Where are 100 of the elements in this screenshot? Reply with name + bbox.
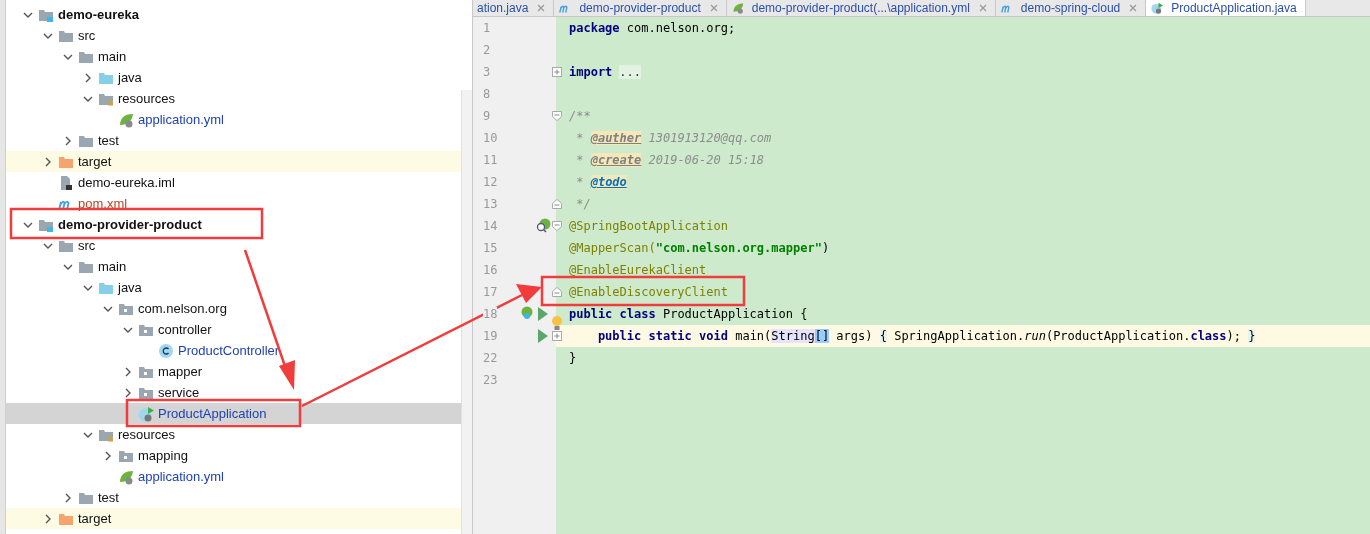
tree-item[interactable]: service [6, 382, 462, 403]
line-number: 23 [483, 373, 498, 387]
bean-icon[interactable] [535, 218, 551, 234]
editor-tab[interactable]: demo-provider-product [554, 0, 727, 16]
spring-class-icon [1150, 2, 1165, 14]
tree-item[interactable]: target [6, 508, 462, 529]
tree-item-label: main [98, 49, 127, 64]
tree-item-label: service [158, 385, 200, 400]
tree-item-label: com.nelson.org [138, 301, 227, 316]
tree-item[interactable]: resources [6, 88, 462, 109]
tree-item[interactable]: application.yml [6, 109, 462, 130]
editor-tab[interactable]: ation.java [473, 0, 555, 16]
tree-item-label: src [78, 28, 96, 43]
chevron-right-icon[interactable] [63, 492, 73, 503]
tree-item[interactable]: test [6, 487, 462, 508]
tree-item[interactable]: ProductApplication [6, 403, 462, 424]
tree-item[interactable]: pom.xml [6, 193, 462, 214]
fold-marker-icon[interactable] [552, 111, 562, 121]
line-number: 18 [483, 307, 498, 321]
tree-item-label: target [78, 511, 112, 526]
tree-item[interactable]: application.yml [6, 466, 462, 487]
code-line: @EnableDiscoveryClient [569, 285, 728, 299]
tab-label: demo-provider-product(...\application.yml [751, 1, 970, 15]
code-line: @EnableEurekaClient [569, 263, 707, 277]
line-number: 9 [483, 109, 491, 123]
code-line: * @create 2019-06-20 15:18 [575, 153, 765, 167]
tree-item-label: application.yml [138, 469, 224, 484]
tree-item[interactable]: java [6, 277, 462, 298]
code-line: public class ProductApplication { [569, 307, 808, 321]
scrollbar[interactable] [461, 90, 472, 534]
tree-item-label: demo-eureka.iml [78, 175, 175, 190]
code-line: public static void main(String[] args) { SpringApplication.run(ProductApplication.class); } [596, 329, 1256, 343]
line-number: 11 [483, 153, 498, 167]
tree-item-label: ProductController [178, 343, 280, 358]
line-number: 22 [483, 351, 498, 365]
tree-item[interactable]: main [6, 46, 462, 67]
chevron-right-icon[interactable] [43, 513, 53, 524]
editor-tab[interactable]: demo-provider-product(...\application.yml [726, 0, 996, 16]
tree-item-label: test [98, 490, 119, 505]
tree-item[interactable]: demo-eureka [6, 4, 462, 25]
tree-item[interactable]: mapping [6, 445, 462, 466]
line-number: 2 [483, 43, 491, 57]
chevron-right-icon[interactable] [103, 450, 113, 461]
fold-marker-icon[interactable] [552, 287, 562, 297]
tree-item[interactable]: test [6, 130, 462, 151]
line-number: 16 [483, 263, 498, 277]
tree-item[interactable]: java [6, 67, 462, 88]
tab-label: ProductApplication.java [1171, 1, 1297, 15]
code-line: import ... [569, 65, 642, 79]
tree-item[interactable]: ProductController [6, 340, 462, 361]
class-icon [158, 342, 174, 359]
tree-item-label: controller [158, 322, 212, 337]
tree-item-label: demo-eureka [58, 7, 139, 22]
tree-item-label: main [98, 259, 127, 274]
line-number: 15 [483, 241, 498, 255]
line-number: 10 [483, 131, 498, 145]
tree-item[interactable]: mapper [6, 361, 462, 382]
tree-item-label: target [78, 154, 112, 169]
tree-item[interactable]: controller [6, 319, 462, 340]
chevron-right-icon[interactable] [83, 72, 93, 83]
editor-tab[interactable]: ProductApplication.java [1146, 0, 1306, 16]
tree-item[interactable]: com.nelson.org [6, 298, 462, 319]
code-line: * @todo [575, 175, 627, 189]
chevron-right-icon[interactable] [63, 135, 73, 146]
tree-item[interactable]: demo-eureka.iml [6, 172, 462, 193]
tree-item-label: src [78, 238, 96, 253]
line-number: 17 [483, 285, 498, 299]
tree-item-label: resources [118, 91, 176, 106]
code-line: */ [575, 197, 591, 211]
fold-marker-icon[interactable] [552, 221, 562, 231]
tree-item-label: resources [118, 427, 176, 442]
line-number: 3 [483, 65, 491, 79]
tree-item[interactable]: src [6, 235, 462, 256]
chevron-right-icon[interactable] [123, 387, 133, 398]
tree-item-label: mapping [138, 448, 188, 463]
chevron-right-icon[interactable] [123, 366, 133, 377]
tree-item[interactable]: demo-provider-product [6, 214, 462, 235]
tab-label: demo-spring-cloud [1020, 1, 1121, 15]
tree-item-label: mapper [158, 364, 203, 379]
tab-label: ation.java [477, 1, 529, 15]
code-line: * @auther 1301913120@qq.com [575, 131, 772, 145]
tree-item[interactable]: src [6, 25, 462, 46]
leaf-icon [118, 111, 134, 128]
chevron-right-icon[interactable] [43, 156, 53, 167]
line-number: 8 [483, 87, 491, 101]
code-line: } [569, 351, 577, 365]
line-number: 13 [483, 197, 498, 211]
tree-item-label: demo-provider-product [58, 217, 202, 232]
line-number: 1 [483, 21, 491, 35]
tree-item[interactable]: main [6, 256, 462, 277]
spring-class-icon [138, 405, 154, 422]
line-number: 19 [483, 329, 498, 343]
lightbulb-icon[interactable] [551, 315, 563, 331]
tab-label: demo-provider-product [579, 1, 701, 15]
tree-item[interactable]: resources [6, 424, 462, 445]
tree-item-label: java [118, 280, 142, 295]
fold-marker-icon[interactable] [552, 199, 562, 209]
tree-item[interactable]: target [6, 151, 462, 172]
tree-item-label: ProductApplication [158, 406, 267, 421]
leaf-icon [118, 468, 134, 485]
